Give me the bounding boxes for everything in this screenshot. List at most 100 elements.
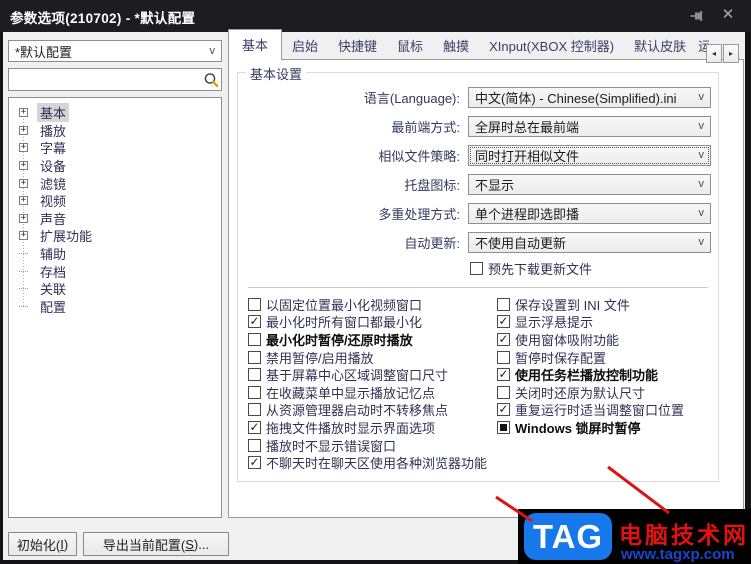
tree-item[interactable]: 关联 [17,280,221,298]
checkbox[interactable] [248,368,261,382]
chevron-down-icon: v [209,44,216,57]
checkbox[interactable] [497,421,510,435]
button-label-part: ) [63,536,69,552]
tree-item[interactable]: 配置 [17,298,221,316]
checkbox[interactable] [248,385,261,399]
checkbox-item[interactable]: ✓ 显示浮悬提示 [497,313,718,331]
tree-item[interactable]: + 视频 [17,192,221,210]
field-select[interactable]: 全屏时总在最前端 v [468,116,711,137]
field-select[interactable]: 不显示 v [468,174,711,195]
checkbox-item[interactable]: ✓ 使用任务栏播放控制功能 [497,366,718,384]
tree-item[interactable]: + 扩展功能 [17,227,221,245]
chevron-down-icon: v [698,149,705,161]
initialize-button[interactable]: 初始化(I) [8,532,77,556]
checkbox[interactable] [497,350,510,364]
tree-item-label: 辅助 [40,247,67,263]
checkbox[interactable] [497,297,510,311]
expand-icon[interactable]: + [19,108,28,118]
tree-item[interactable]: + 滤镜 [17,174,221,192]
checkbox-item[interactable]: 暂停时保存配置 [497,348,718,366]
profile-select[interactable]: *默认配置 v [8,40,222,62]
checkbox[interactable] [248,333,261,347]
tree-item[interactable]: 存档 [17,262,221,280]
checkbox-label: 关闭时还原为默认尺寸 [515,385,646,401]
tab-scroll-left-button[interactable]: ◂ [706,44,722,63]
checkbox[interactable]: ✓ [248,315,261,329]
checkbox[interactable]: ✓ [497,315,510,329]
tab-item[interactable]: XInput(XBOX 控制器) [479,32,624,60]
checkbox[interactable]: ✓ [248,456,261,470]
settings-panel: 基本设置 语言(Language): 中文(简体) - Chinese(Simpl… [228,59,744,518]
checkbox-item[interactable]: 保存设置到 INI 文件 [497,296,718,314]
field-select[interactable]: 不使用自动更新 v [468,232,711,253]
expand-icon[interactable]: + [19,196,28,206]
tab-item[interactable]: 默认皮肤 [624,32,696,60]
tree-item-label: 存档 [40,264,67,280]
tab-selected[interactable]: 基本 [228,29,283,60]
checkbox-item[interactable]: 基于屏幕中心区域调整窗口尺寸 [248,366,497,384]
checkbox[interactable] [248,297,261,311]
expand-icon[interactable]: + [19,231,28,241]
search-icon[interactable] [201,71,221,89]
select-value: 不显示 [475,178,515,193]
settings-tree: + 基本 + 播放 + 字幕 + 设备 + 滤镜 + 视频 + 声音 + 扩展功能 辅助 存档 关联 配置 [8,97,222,518]
field-select[interactable]: 同时打开相似文件 v [468,145,711,166]
tree-item[interactable]: + 声音 [17,210,221,228]
checkbox-item[interactable]: 播放时不显示错误窗口 [248,436,497,454]
checkbox-item[interactable]: ✓ 重复运行时适当调整窗口位置 [497,401,718,419]
export-config-button[interactable]: 导出当前配置(S)... [83,532,229,556]
tab-item[interactable]: 快捷键 [328,32,387,60]
checkbox[interactable] [248,403,261,417]
tree-item[interactable]: + 播放 [17,122,221,140]
field-select[interactable]: 单个进程即选即播 v [468,203,711,224]
search-input[interactable] [9,69,201,90]
expand-icon[interactable]: + [19,178,28,188]
checkbox[interactable]: ✓ [497,333,510,347]
pin-icon[interactable] [689,8,705,24]
tree-item[interactable]: + 字幕 [17,139,221,157]
checkbox[interactable] [497,385,510,399]
tree-gutter: + [17,108,37,118]
expand-icon[interactable]: + [19,125,28,135]
tab-item[interactable]: 鼠标 [387,32,433,60]
tab-item[interactable]: 触摸 [433,32,479,60]
checkbox[interactable]: ✓ [497,403,510,417]
checkbox-item[interactable]: 禁用暂停/启用播放 [248,348,497,366]
form-row: 最前端方式: 全屏时总在最前端 v [238,112,718,141]
tree-item-label: 配置 [40,299,67,315]
checkbox-item[interactable]: ✓ 使用窗体吸附功能 [497,331,718,349]
tab-scroll-right-button[interactable]: ▸ [723,44,739,63]
checkbox[interactable] [248,350,261,364]
checkbox[interactable] [470,262,483,276]
checkbox-item[interactable]: ✓ 最小化时所有窗口都最小化 [248,313,497,331]
tree-item[interactable]: 辅助 [17,245,221,263]
checkbox[interactable]: ✓ [248,421,261,435]
checkbox[interactable]: ✓ [497,368,510,382]
checkbox[interactable] [248,438,261,452]
checkbox-item[interactable]: ✓ 拖拽文件播放时显示界面选项 [248,419,497,437]
tree-item[interactable]: + 设备 [17,157,221,175]
checkbox-item[interactable]: 最小化时暂停/还原时播放 [248,331,497,349]
tree-item-label: 关联 [40,282,67,298]
expand-icon[interactable]: + [19,213,28,223]
tree-item-label: 播放 [40,123,67,139]
expand-icon[interactable]: + [19,161,28,171]
checkbox-item[interactable]: 在收藏菜单中显示播放记忆点 [248,384,497,402]
checkbox-label: 预先下载更新文件 [488,262,593,278]
checkbox-item[interactable]: 从资源管理器启动时不转移焦点 [248,401,497,419]
expand-icon[interactable]: + [19,143,28,153]
tree-item[interactable]: + 基本 [17,103,221,123]
tree-leaf-stub [19,270,28,272]
field-label: 自动更新: [404,236,460,251]
checkbox-item[interactable]: ✓ 不聊天时在聊天区使用各种浏览器功能 [248,454,497,472]
checkbox-item[interactable]: 以固定位置最小化视频窗口 [248,296,497,314]
checkbox-item[interactable]: 预先下载更新文件 [470,260,718,278]
checkbox-label: 播放时不显示错误窗口 [266,438,397,454]
field-select[interactable]: 中文(简体) - Chinese(Simplified).ini v [468,87,711,108]
checkbox-label: 在收藏菜单中显示播放记忆点 [266,385,436,401]
close-button[interactable]: ✕ [719,6,737,24]
checkbox-label: 从资源管理器启动时不转移焦点 [266,403,449,419]
tab-item[interactable]: 启始 [282,32,328,60]
checkbox-item[interactable]: Windows 锁屏时暂停 [497,419,718,437]
checkbox-item[interactable]: 关闭时还原为默认尺寸 [497,384,718,402]
